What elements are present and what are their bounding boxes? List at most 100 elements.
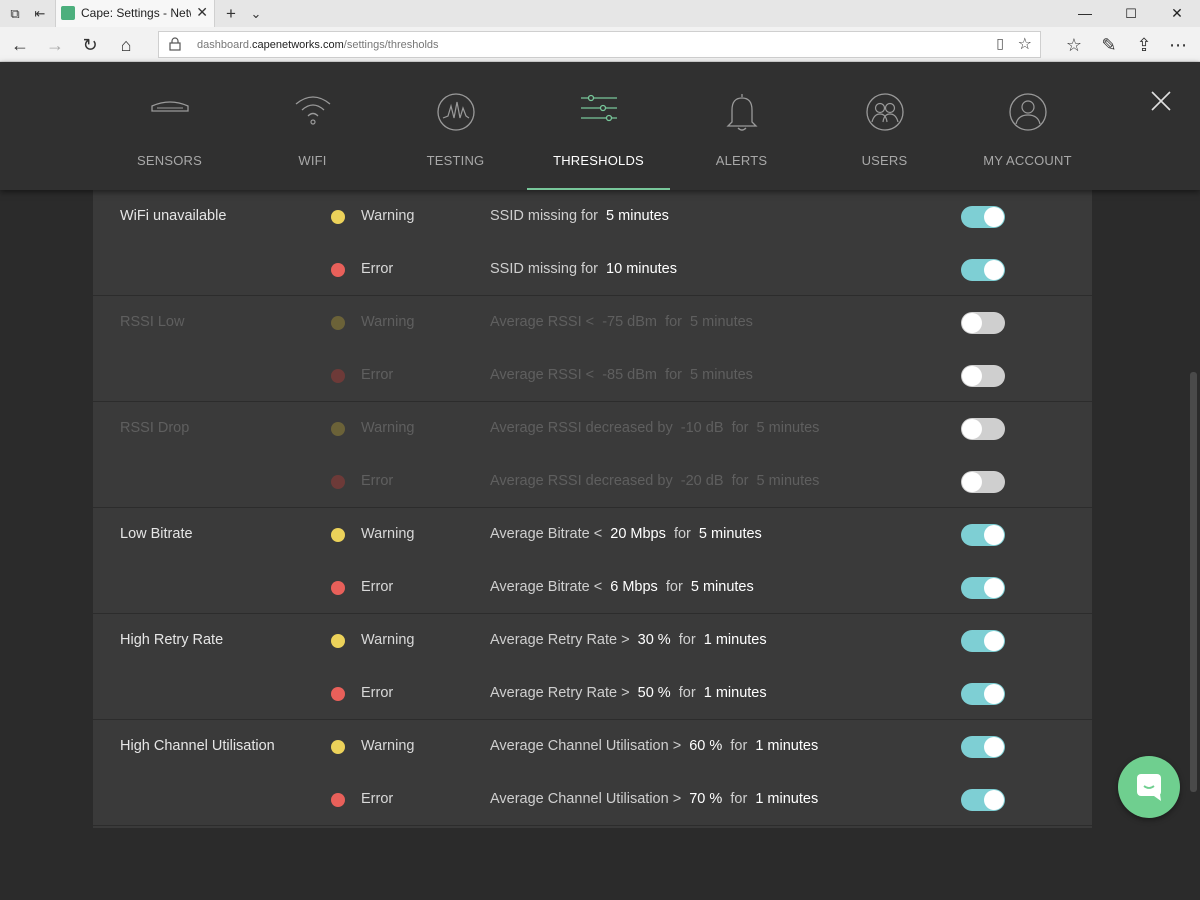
severity-label: Warning: [361, 632, 415, 648]
scrollbar-thumb[interactable]: [1190, 372, 1197, 792]
threshold-duration[interactable]: 5 minutes: [690, 367, 753, 383]
threshold-row: High Channel Utilisation Warning Average C…: [93, 720, 1092, 773]
threshold-value[interactable]: -10 dB: [681, 420, 724, 436]
threshold-row: Error SSID missing for 10 minutes: [93, 243, 1092, 296]
threshold-toggle[interactable]: [961, 471, 1005, 493]
toggle-knob: [984, 207, 1004, 227]
threshold-value[interactable]: -85 dBm: [602, 367, 657, 383]
set-aside-tabs-icon[interactable]: ⇤: [31, 5, 49, 23]
nav-label: SENSORS: [137, 153, 202, 168]
favorite-star-icon[interactable]: ☆: [1018, 34, 1032, 54]
nav-thresholds[interactable]: THRESHOLDS: [527, 62, 670, 190]
threshold-condition[interactable]: Average Retry Rate > 30 % for 1 minutes: [490, 632, 767, 648]
chat-launcher-button[interactable]: [1118, 756, 1180, 818]
close-settings-icon[interactable]: [1148, 88, 1174, 114]
severity-label: Error: [361, 579, 394, 595]
nav-alerts[interactable]: ALERTS: [670, 62, 813, 190]
nav-label: MY ACCOUNT: [983, 153, 1072, 168]
threshold-duration[interactable]: 5 minutes: [757, 420, 820, 436]
nav-testing[interactable]: TESTING: [384, 62, 527, 190]
reading-view-icon[interactable]: ▯: [996, 35, 1004, 52]
threshold-duration[interactable]: 1 minutes: [755, 791, 818, 807]
threshold-value[interactable]: 10 minutes: [606, 261, 677, 277]
home-icon[interactable]: ⌂: [114, 33, 138, 57]
threshold-row: RSSI Drop Warning Average RSSI decreased b…: [93, 402, 1092, 455]
threshold-toggle[interactable]: [961, 524, 1005, 546]
threshold-toggle[interactable]: [961, 736, 1005, 758]
severity-label: Error: [361, 473, 394, 489]
threshold-condition[interactable]: Average RSSI < -85 dBm for 5 minutes: [490, 367, 753, 383]
threshold-value[interactable]: 5 minutes: [606, 208, 669, 224]
minimize-icon[interactable]: —: [1062, 0, 1108, 27]
threshold-value[interactable]: 30 %: [638, 632, 671, 648]
threshold-condition[interactable]: SSID missing for 10 minutes: [490, 261, 677, 277]
error-dot-icon: [331, 687, 345, 701]
nav-label: TESTING: [426, 153, 485, 168]
threshold-duration[interactable]: 5 minutes: [691, 579, 754, 595]
tab-actions-icon[interactable]: ⧉: [6, 5, 24, 23]
back-icon[interactable]: ←: [8, 33, 32, 57]
nav-users[interactable]: USERS: [813, 62, 956, 190]
favorites-hub-icon[interactable]: ☆: [1062, 33, 1086, 57]
tab-preview-chevron-icon[interactable]: ⌄: [247, 5, 265, 23]
threshold-toggle[interactable]: [961, 789, 1005, 811]
threshold-value[interactable]: 6 Mbps: [610, 579, 658, 595]
web-note-pen-icon[interactable]: ✎: [1097, 33, 1121, 57]
threshold-condition[interactable]: Average Retry Rate > 50 % for 1 minutes: [490, 685, 767, 701]
threshold-name: RSSI Low: [120, 314, 185, 330]
threshold-toggle[interactable]: [961, 259, 1005, 281]
users-icon: [865, 93, 904, 131]
nav-wifi[interactable]: WIFI: [241, 62, 384, 190]
threshold-condition[interactable]: Average Channel Utilisation > 70 % for 1…: [490, 791, 818, 807]
threshold-group: RSSI Drop Warning Average RSSI decreased b…: [93, 402, 1092, 508]
threshold-condition[interactable]: Average RSSI decreased by -20 dB for 5 m…: [490, 473, 819, 489]
threshold-value[interactable]: 70 %: [689, 791, 722, 807]
threshold-toggle[interactable]: [961, 312, 1005, 334]
toggle-knob: [984, 525, 1004, 545]
app: SENSORS WIFI TESTING THRESHOLDS ALERTS U…: [0, 62, 1200, 900]
page-scrollbar[interactable]: [1187, 252, 1200, 900]
share-icon[interactable]: ⇪: [1132, 33, 1156, 57]
threshold-condition[interactable]: Average RSSI decreased by -10 dB for 5 m…: [490, 420, 819, 436]
threshold-toggle[interactable]: [961, 418, 1005, 440]
forward-icon[interactable]: →: [43, 33, 67, 57]
new-tab-icon[interactable]: +: [222, 5, 240, 23]
browser-tab[interactable]: Cape: Settings - Networ ✕: [55, 0, 215, 27]
more-icon[interactable]: ⋯: [1166, 33, 1190, 57]
refresh-icon[interactable]: ↻: [78, 33, 102, 57]
severity-label: Warning: [361, 526, 415, 542]
threshold-toggle[interactable]: [961, 630, 1005, 652]
warning-dot-icon: [331, 316, 345, 330]
threshold-duration[interactable]: 1 minutes: [755, 738, 818, 754]
close-tab-icon[interactable]: ✕: [196, 4, 208, 21]
maximize-icon[interactable]: ☐: [1108, 0, 1154, 27]
severity-label: Error: [361, 367, 394, 383]
threshold-condition[interactable]: Average Channel Utilisation > 60 % for 1…: [490, 738, 818, 754]
nav-my-account[interactable]: MY ACCOUNT: [956, 62, 1099, 190]
threshold-condition[interactable]: Average Bitrate < 6 Mbps for 5 minutes: [490, 579, 754, 595]
threshold-value[interactable]: 20 Mbps: [610, 526, 666, 542]
threshold-value[interactable]: -20 dB: [681, 473, 724, 489]
threshold-toggle[interactable]: [961, 365, 1005, 387]
threshold-condition[interactable]: Average RSSI < -75 dBm for 5 minutes: [490, 314, 753, 330]
threshold-condition[interactable]: SSID missing for 5 minutes: [490, 208, 669, 224]
threshold-duration[interactable]: 5 minutes: [690, 314, 753, 330]
sliders-icon: [580, 94, 617, 122]
url-field[interactable]: dashboard.capenetworks.com/settings/thre…: [158, 31, 1041, 58]
threshold-group: WiFi unavailable Warning SSID missing for …: [93, 190, 1092, 296]
window-close-icon[interactable]: ✕: [1154, 0, 1200, 27]
nav-sensors[interactable]: SENSORS: [98, 62, 241, 190]
threshold-duration[interactable]: 5 minutes: [757, 473, 820, 489]
threshold-value[interactable]: -75 dBm: [602, 314, 657, 330]
threshold-duration[interactable]: 5 minutes: [699, 526, 762, 542]
threshold-toggle[interactable]: [961, 206, 1005, 228]
threshold-row: Low Bitrate Warning Average Bitrate < 20 M…: [93, 508, 1092, 561]
threshold-duration[interactable]: 1 minutes: [704, 632, 767, 648]
threshold-toggle[interactable]: [961, 577, 1005, 599]
threshold-condition[interactable]: Average Bitrate < 20 Mbps for 5 minutes: [490, 526, 762, 542]
threshold-value[interactable]: 50 %: [638, 685, 671, 701]
threshold-duration[interactable]: 1 minutes: [704, 685, 767, 701]
threshold-toggle[interactable]: [961, 683, 1005, 705]
address-bar: ← → ↻ ⌂ dashboard.capenetworks.com/setti…: [0, 27, 1200, 62]
threshold-value[interactable]: 60 %: [689, 738, 722, 754]
